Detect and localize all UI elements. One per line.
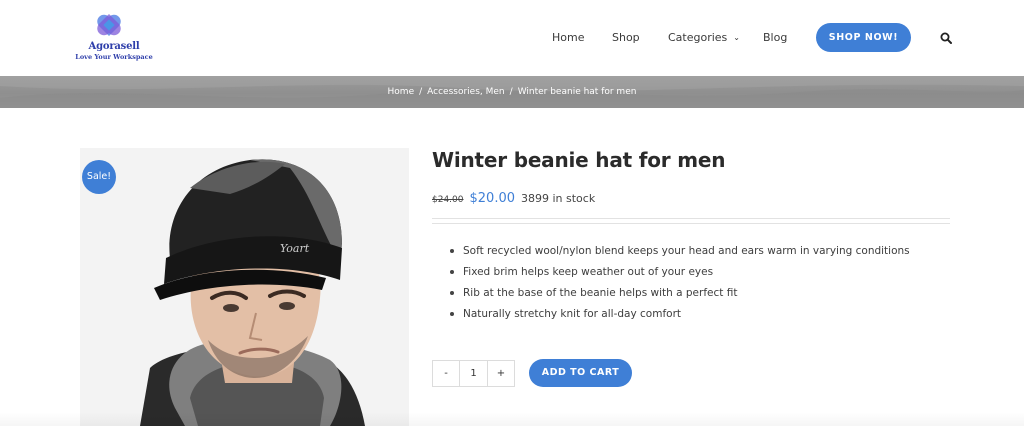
site-logo[interactable]: Agorasell Love Your Workspace	[70, 8, 158, 64]
price-original: $24.00	[432, 195, 464, 205]
breadcrumb-category[interactable]: Accessories, Men	[427, 76, 504, 108]
site-header: Agorasell Love Your Workspace Home Shop …	[0, 0, 1024, 76]
nav-blog[interactable]: Blog	[763, 31, 787, 44]
product-image[interactable]: Yoart	[80, 148, 409, 426]
search-icon[interactable]	[940, 32, 952, 44]
divider	[432, 218, 950, 219]
divider	[432, 223, 950, 224]
shop-now-button[interactable]: SHOP NOW!	[816, 23, 911, 52]
quantity-input[interactable]	[460, 361, 487, 386]
sale-badge: Sale!	[82, 160, 116, 194]
breadcrumb-current: Winter beanie hat for men	[517, 87, 637, 97]
quantity-stepper: - +	[432, 360, 515, 387]
price-sale: $20.00	[469, 191, 516, 206]
breadcrumb: Home / Accessories, Men / Winter beanie hat …	[0, 76, 1024, 108]
feature-list: Soft recycled wool/nylon blend keeps you…	[450, 244, 910, 328]
breadcrumb-separator: /	[509, 87, 513, 97]
quantity-increase-button[interactable]: +	[487, 361, 514, 386]
feature-item: Naturally stretchy knit for all-day comf…	[450, 307, 910, 328]
feature-item: Rib at the base of the beanie helps with…	[450, 286, 910, 307]
stock-status: 3899 in stock	[521, 192, 596, 205]
add-to-cart-button[interactable]: ADD TO CART	[529, 359, 632, 387]
logo-hearts-icon	[97, 14, 121, 37]
page-fade	[0, 412, 1024, 426]
breadcrumb-separator: /	[419, 87, 423, 97]
feature-item: Soft recycled wool/nylon blend keeps you…	[450, 244, 910, 265]
beanie-photo: Yoart	[80, 148, 409, 426]
price-row: $24.00 $20.00 3899 in stock	[432, 187, 596, 206]
nav-categories-label: Categories	[668, 31, 728, 44]
feature-item: Fixed brim helps keep weather out of you…	[450, 265, 910, 286]
breadcrumb-bar: Home / Accessories, Men / Winter beanie hat …	[0, 76, 1024, 108]
logo-name: Agorasell	[88, 41, 140, 52]
nav-categories[interactable]: Categories ⌄	[668, 31, 740, 44]
logo-tagline: Love Your Workspace	[75, 53, 153, 61]
breadcrumb-home[interactable]: Home	[388, 76, 415, 108]
hat-logo-text: Yoart	[280, 242, 310, 255]
nav-shop[interactable]: Shop	[612, 31, 640, 44]
product-title: Winter beanie hat for men	[432, 148, 726, 172]
quantity-decrease-button[interactable]: -	[433, 361, 460, 386]
chevron-down-icon: ⌄	[733, 33, 740, 42]
nav-home[interactable]: Home	[552, 31, 584, 44]
